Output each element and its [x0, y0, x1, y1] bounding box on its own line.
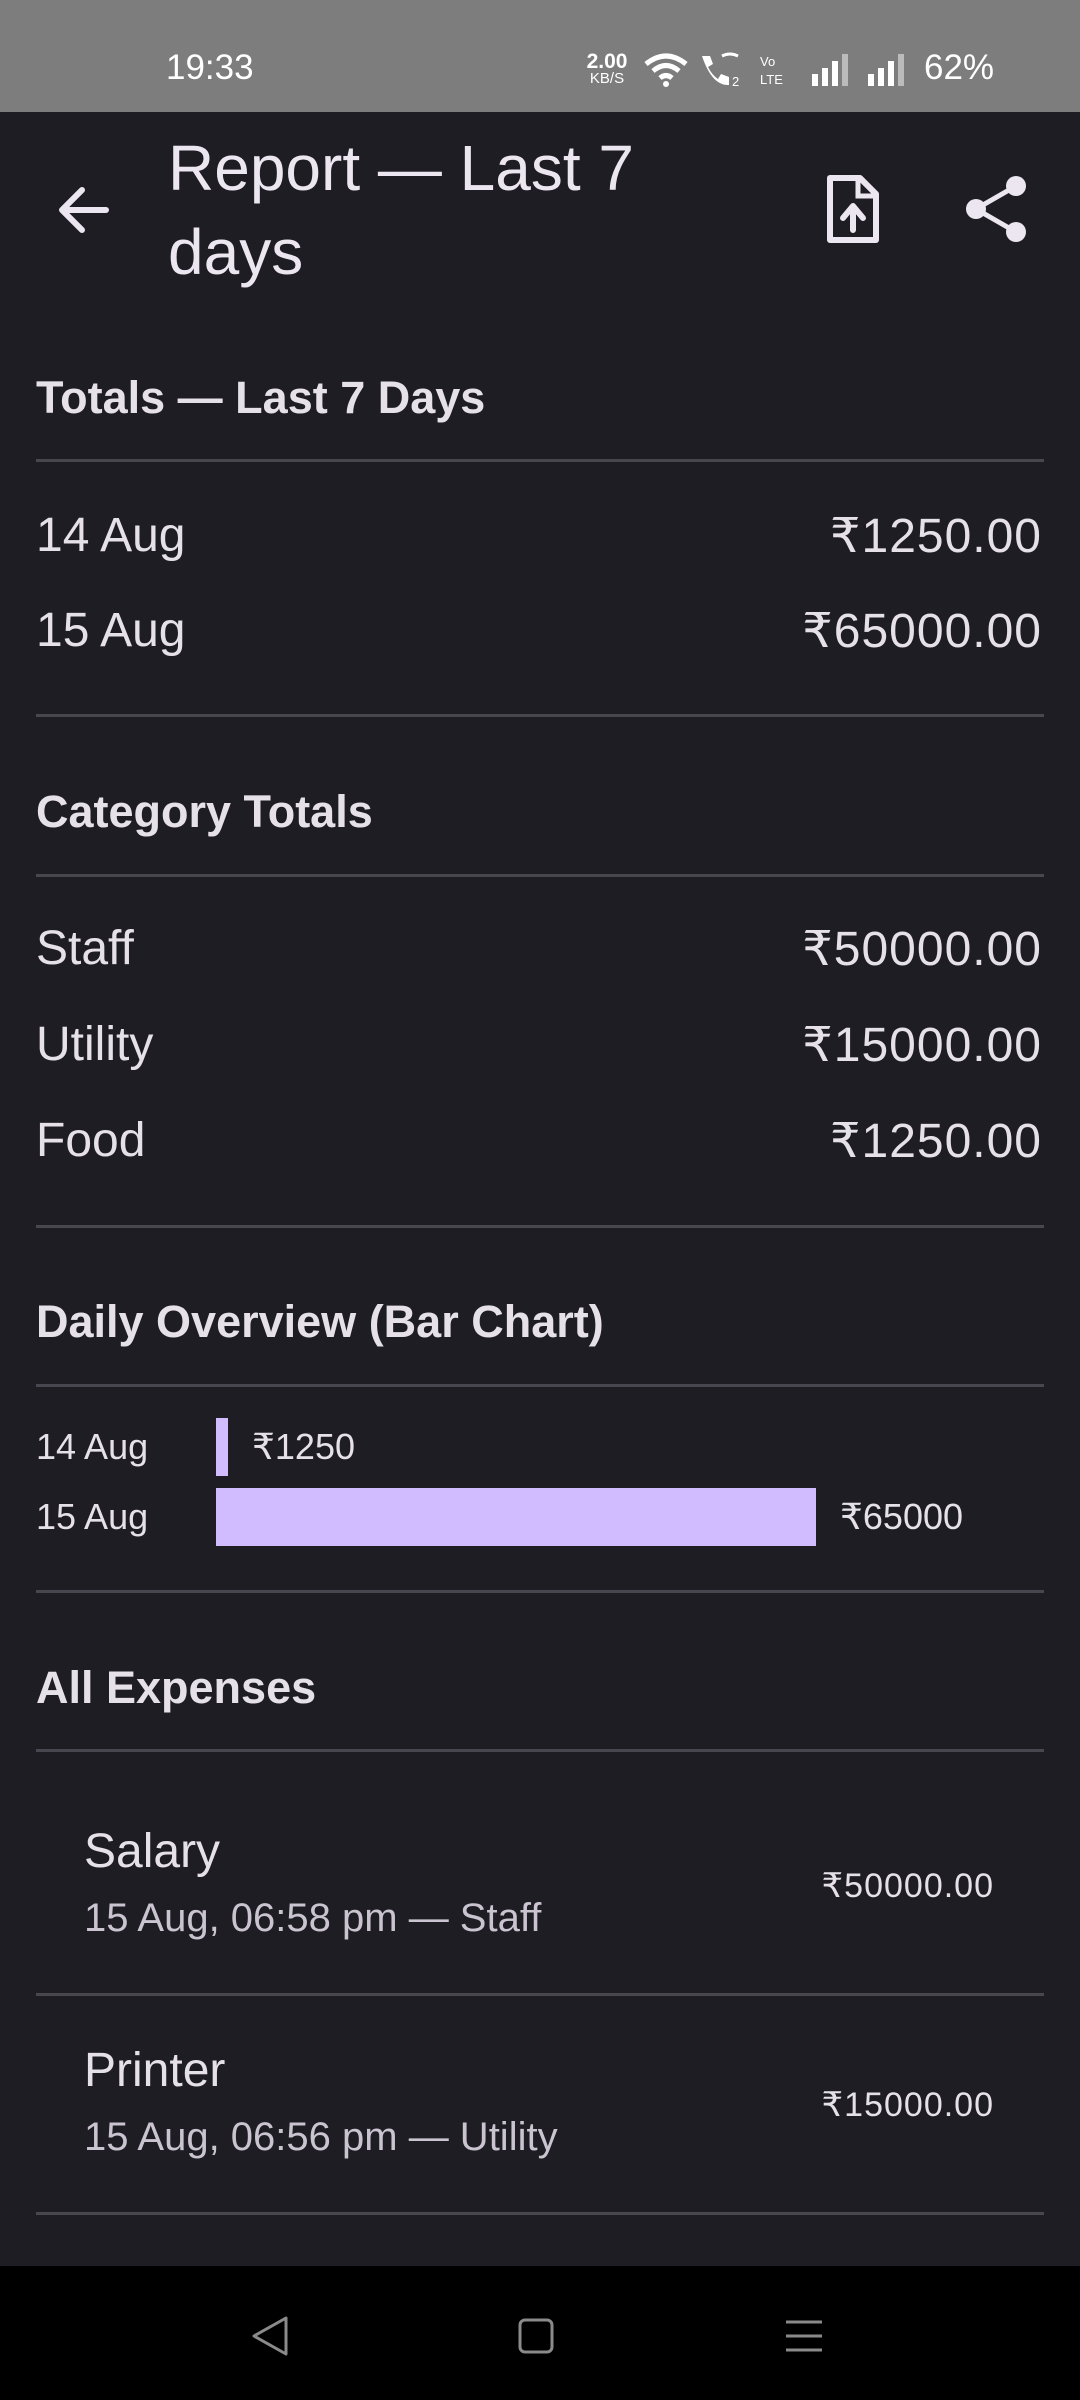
- divider: [36, 1590, 1044, 1593]
- page-title: Report — Last 7 days: [168, 132, 634, 288]
- expense-subtitle: 15 Aug, 06:56 pm — Utility: [84, 2115, 558, 2159]
- network-speed-value: 2.00: [586, 50, 628, 73]
- expense-title: Salary: [84, 1825, 221, 1878]
- divider: [36, 1993, 1044, 1996]
- bar-mark: [216, 1418, 228, 1476]
- status-time: 19:33: [166, 48, 254, 87]
- divider: [36, 1384, 1044, 1387]
- daily-overview-title: Daily Overview (Bar Chart): [36, 1296, 604, 1347]
- totals-row-date: 14 Aug: [36, 509, 186, 562]
- app-bar: Report — Last 7 days: [0, 112, 1080, 312]
- status-bar: 19:33 2.00 KB/S 2 Vo LTE 62%: [0, 0, 1080, 112]
- category-section-title: Category Totals: [36, 786, 373, 837]
- bar-category-label: 14 Aug: [36, 1426, 149, 1467]
- file-upload-icon[interactable]: [818, 172, 888, 246]
- volte-icon: Vo LTE: [760, 54, 783, 87]
- signal-icon: [812, 54, 848, 86]
- share-icon[interactable]: [962, 172, 1032, 246]
- network-speed-unit: KB/S: [589, 69, 625, 87]
- totals-row-amount: ₹1250.00: [829, 510, 1042, 563]
- category-row-name: Staff: [36, 922, 134, 975]
- totals-section-title: Totals — Last 7 Days: [36, 372, 486, 423]
- wifi-icon: [644, 53, 688, 87]
- bar-mark: [216, 1488, 816, 1546]
- category-row-amount: ₹15000.00: [802, 1019, 1042, 1072]
- divider: [36, 2212, 1044, 2215]
- svg-text:Vo: Vo: [760, 54, 775, 69]
- svg-text:2: 2: [732, 74, 739, 88]
- bar-value-label: ₹65000: [840, 1496, 964, 1537]
- expenses-section-title: All Expenses: [36, 1662, 317, 1713]
- totals-row-date: 15 Aug: [36, 604, 186, 657]
- expense-title: Printer: [84, 2044, 226, 2097]
- menu-lines-icon[interactable]: [774, 2306, 834, 2366]
- signal-icon: [868, 54, 904, 86]
- category-row-amount: ₹1250.00: [829, 1115, 1042, 1168]
- svg-text:LTE: LTE: [760, 72, 783, 87]
- back-triangle-icon[interactable]: [240, 2306, 300, 2366]
- divider: [36, 874, 1044, 877]
- home-square-icon[interactable]: [506, 2306, 566, 2366]
- totals-row-amount: ₹65000.00: [802, 605, 1042, 658]
- divider: [36, 1225, 1044, 1228]
- expense-amount: ₹50000.00: [821, 1867, 994, 1905]
- expense-subtitle: 15 Aug, 06:58 pm — Staff: [84, 1896, 542, 1940]
- category-row-name: Utility: [36, 1018, 154, 1071]
- wifi-call-icon: 2: [702, 52, 739, 88]
- bar-value-label: ₹1250: [252, 1426, 355, 1467]
- arrow-left-icon[interactable]: [48, 174, 120, 246]
- system-nav-bar: [0, 2266, 1080, 2400]
- network-speed: 2.00 KB/S: [582, 50, 632, 87]
- battery-level: 62%: [924, 48, 995, 87]
- category-row-name: Food: [36, 1114, 146, 1167]
- divider: [36, 459, 1044, 462]
- bar-category-label: 15 Aug: [36, 1496, 149, 1537]
- category-row-amount: ₹50000.00: [802, 923, 1042, 976]
- divider: [36, 714, 1044, 717]
- divider: [36, 1749, 1044, 1752]
- expense-amount: ₹15000.00: [821, 2086, 994, 2124]
